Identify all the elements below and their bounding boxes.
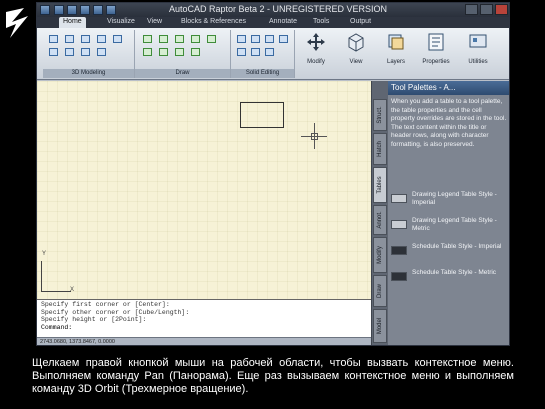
spline-icon[interactable] [159,48,168,56]
command-history-line: Specify first corner or [Center]: [41,301,170,308]
slice-icon[interactable] [265,35,274,43]
revolve-icon[interactable] [81,35,90,43]
tab-palette-annot[interactable]: Annot. [373,205,387,235]
tab-palette-struct[interactable]: Struct. [373,99,387,131]
properties-button[interactable]: Properties [421,32,451,72]
redo-icon[interactable] [106,5,116,15]
palette-item[interactable]: Drawing Legend Table Style - Imperial [391,191,507,213]
panel-draw: Draw [135,30,231,78]
open-icon[interactable] [67,5,77,15]
close-button[interactable] [495,4,508,15]
presspull-icon[interactable] [97,48,106,56]
tool-palette: Model Draw Modify Annot. Tables Hatch St… [371,81,509,345]
ucs-x-axis [41,291,71,292]
circle-icon[interactable] [175,35,184,43]
tab-palette-modify[interactable]: Modify [373,237,387,273]
palette-description: When you add a table to a tool palette, … [391,98,507,148]
canvas-grid [37,81,381,299]
table-style-icon [391,194,407,203]
extract-edges-icon[interactable] [237,48,246,56]
tab-view[interactable]: View [147,17,162,28]
fillet-edge-icon[interactable] [237,35,246,43]
tab-visualize[interactable]: Visualize [107,17,135,28]
command-history-line: Specify height or [2Point]: [41,316,147,323]
palette-body: When you add a table to a tool palette, … [388,95,509,345]
hatch-icon[interactable] [191,48,200,56]
command-history-line: Specify other corner or [Cube/Length]: [41,308,190,316]
layers-icon [388,34,404,50]
sweep-icon[interactable] [97,35,106,43]
line-icon[interactable] [143,35,152,43]
tab-output[interactable]: Output [350,17,371,28]
ribbon-tabs: Home Visualize View Blocks & References … [37,17,509,28]
coordinates-readout: 2743.0680, 1373.8467, 0.0000 [40,339,115,345]
thicken-icon[interactable] [279,35,288,43]
status-bar: 2743.0680, 1373.8467, 0.0000 [37,337,371,345]
box-icon[interactable] [49,35,58,43]
table-style-icon [391,272,407,281]
tab-annotate[interactable]: Annotate [269,17,297,28]
ucs-x-label: X [70,287,75,293]
loft-icon[interactable] [113,35,122,43]
union-icon[interactable] [49,48,58,56]
ucs-y-label: Y [42,251,47,257]
ellipse-icon[interactable] [175,48,184,56]
rectangle-icon[interactable] [207,35,216,43]
cursor-pickbox [311,133,318,140]
arc-icon[interactable] [191,35,200,43]
separate-icon[interactable] [265,48,274,56]
view-button[interactable]: View [341,32,371,72]
palette-item[interactable]: Schedule Table Style - Metric [391,269,507,291]
tab-blocks-references[interactable]: Blocks & References [181,17,246,28]
properties-icon [428,33,444,51]
command-prompt[interactable]: Command: [41,324,367,332]
view-cube-icon [348,33,364,52]
shell-icon[interactable] [251,48,260,56]
palette-title[interactable]: Tool Palettes - A... [388,81,509,95]
tab-home[interactable]: Home [59,17,86,28]
new-icon[interactable] [54,5,64,15]
utilities-button[interactable]: Utilities [463,32,493,72]
move-icon [307,33,325,51]
ribbon: 3D Modeling Draw Solid Editing Modify Vi… [37,28,509,80]
table-style-icon [391,246,407,255]
polyline-icon[interactable] [159,35,168,43]
drawing-area[interactable]: Y X [37,81,381,299]
panel-3d-modeling: 3D Modeling [43,30,135,78]
panel-solid-editing: Solid Editing [231,30,295,78]
polygon-icon[interactable] [143,48,152,56]
panel-label-draw: Draw [135,69,230,78]
caption-text: Щелкаем правой кнопкой мыши на рабочей о… [32,357,514,395]
title-bar: AutoCAD Raptor Beta 2 - UNREGISTERED VER… [37,3,509,17]
subtract-icon[interactable] [65,48,74,56]
palette-tab-strip: Model Draw Modify Annot. Tables Hatch St… [372,81,388,345]
intersect-icon[interactable] [81,48,90,56]
utilities-icon [469,34,487,48]
panel-label-solid-editing: Solid Editing [231,69,294,78]
tab-tools[interactable]: Tools [313,17,329,28]
palette-item[interactable]: Schedule Table Style - Imperial [391,243,507,265]
modify-button[interactable]: Modify [301,32,331,72]
app-menu-icon[interactable] [40,5,50,15]
panel-label-3d-modeling: 3D Modeling [43,69,134,78]
rectangle-object[interactable] [240,102,284,128]
save-icon[interactable] [80,5,90,15]
ucs-y-axis [41,261,42,291]
autocad-window: AutoCAD Raptor Beta 2 - UNREGISTERED VER… [36,2,510,346]
logo-icon [6,8,28,38]
tab-palette-tables[interactable]: Tables [373,167,387,203]
window-title: AutoCAD Raptor Beta 2 - UNREGISTERED VER… [168,4,388,14]
command-line[interactable]: Specify first corner or [Center]: Specif… [37,299,371,337]
maximize-button[interactable] [480,4,493,15]
layers-button[interactable]: Layers [381,32,411,72]
table-style-icon [391,220,407,229]
extrude-icon[interactable] [65,35,74,43]
chamfer-edge-icon[interactable] [251,35,260,43]
minimize-button[interactable] [465,4,478,15]
tab-palette-hatch[interactable]: Hatch [373,133,387,165]
tab-palette-model[interactable]: Model [373,309,387,343]
tab-palette-draw[interactable]: Draw [373,275,387,307]
palette-item[interactable]: Drawing Legend Table Style - Metric [391,217,507,239]
undo-icon[interactable] [93,5,103,15]
